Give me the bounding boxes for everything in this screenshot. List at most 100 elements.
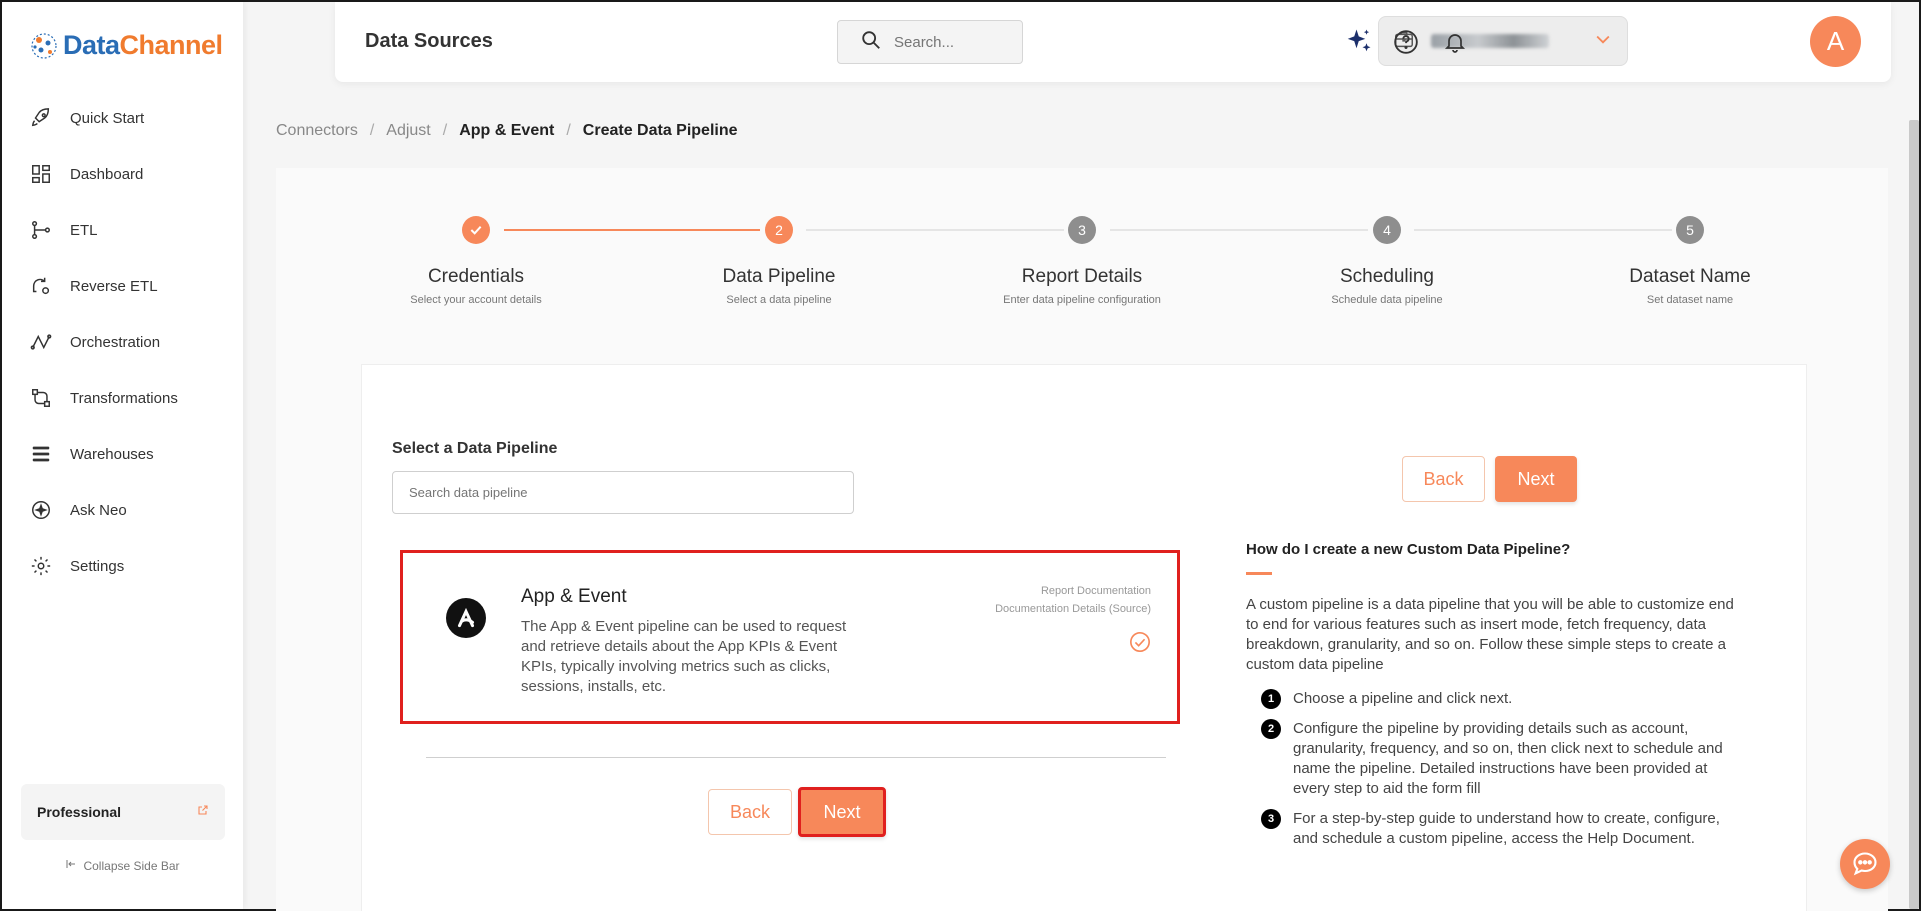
report-documentation-link[interactable]: Report Documentation xyxy=(995,582,1151,600)
user-avatar[interactable]: A xyxy=(1810,16,1861,67)
plan-label: Professional xyxy=(37,804,122,820)
sidebar-item-reverse-etl[interactable]: Reverse ETL xyxy=(2,258,243,314)
sidebar-item-quick-start[interactable]: Quick Start xyxy=(2,90,243,146)
sidebar-item-settings[interactable]: Settings xyxy=(2,538,243,594)
step-4-dot: 4 xyxy=(1373,216,1401,244)
chat-support-button[interactable] xyxy=(1840,839,1890,889)
help-icon[interactable] xyxy=(1390,26,1422,58)
search-input[interactable] xyxy=(894,33,1014,51)
sidebar: DataChannel Quick Start Dashboard ETL Re… xyxy=(2,2,243,909)
step-3-dot: 3 xyxy=(1068,216,1096,244)
breadcrumb-adjust[interactable]: Adjust xyxy=(386,122,430,140)
help-step-text: Configure the pipeline by providing deta… xyxy=(1293,720,1723,797)
select-pipeline-title: Select a Data Pipeline xyxy=(392,440,558,457)
chat-icon xyxy=(1853,852,1877,876)
sidebar-item-etl[interactable]: ETL xyxy=(2,202,243,258)
rocket-icon xyxy=(30,107,52,129)
page-scrollbar[interactable] xyxy=(1909,120,1919,909)
help-steps: 1 Choose a pipeline and click next. 2 Co… xyxy=(1246,689,1746,849)
sidebar-item-label: Settings xyxy=(70,557,125,575)
breadcrumb-separator: / xyxy=(442,122,448,139)
breadcrumb-separator: / xyxy=(369,122,375,139)
next-button[interactable]: Next xyxy=(798,787,886,837)
pipeline-doc-links: Report Documentation Documentation Detai… xyxy=(995,582,1151,618)
step-number-badge: 2 xyxy=(1261,719,1281,739)
step-number-badge: 1 xyxy=(1261,689,1281,709)
chevron-down-icon xyxy=(1593,29,1613,54)
breadcrumb: Connectors / Adjust / App & Event / Crea… xyxy=(276,122,738,140)
sidebar-item-label: Transformations xyxy=(70,389,178,407)
help-step-text: Choose a pipeline and click next. xyxy=(1293,690,1513,707)
back-button-top[interactable]: Back xyxy=(1402,456,1485,502)
step-2-label: Data Pipeline Select a data pipeline xyxy=(669,266,889,306)
step-4-label: Scheduling Schedule data pipeline xyxy=(1277,266,1497,306)
step-title: Report Details xyxy=(1021,266,1143,287)
documentation-details-link[interactable]: Documentation Details (Source) xyxy=(995,600,1151,618)
collapse-arrow-icon xyxy=(65,858,77,873)
sidebar-item-label: Orchestration xyxy=(70,333,161,351)
checkmark-icon xyxy=(470,225,482,235)
brand-name-part1: Data xyxy=(63,30,120,60)
ai-sparkle-icon[interactable] xyxy=(1343,26,1375,58)
global-search[interactable] xyxy=(837,20,1023,64)
logo[interactable]: DataChannel xyxy=(29,30,223,61)
bell-icon[interactable] xyxy=(1439,26,1471,58)
step-subtitle: Enter data pipeline configuration xyxy=(1003,294,1161,306)
pipeline-option-app-event[interactable]: App & Event The App & Event pipeline can… xyxy=(400,550,1180,724)
step-1-label: Credentials Select your account details xyxy=(366,266,586,306)
gear-icon xyxy=(30,555,52,577)
sidebar-item-label: Reverse ETL xyxy=(70,277,158,295)
pipeline-search-input[interactable] xyxy=(392,471,854,514)
sidebar-item-transformations[interactable]: Transformations xyxy=(2,370,243,426)
next-button-top[interactable]: Next xyxy=(1495,456,1577,502)
help-step: 1 Choose a pipeline and click next. xyxy=(1261,689,1746,709)
step-title: Dataset Name xyxy=(1629,266,1751,287)
pipeline-description: The App & Event pipeline can be used to … xyxy=(521,618,847,695)
breadcrumb-connectors[interactable]: Connectors xyxy=(276,122,358,140)
pipeline-name: App & Event xyxy=(521,586,627,607)
main-panel: 2 3 4 5 Credentials Select your account … xyxy=(276,168,1888,911)
collapse-sidebar-button[interactable]: Collapse Side Bar xyxy=(2,858,243,873)
pipeline-selection-card: Select a Data Pipeline Back Next App & E… xyxy=(361,364,1807,911)
search-icon xyxy=(860,29,882,56)
sparkle-icon xyxy=(30,499,52,521)
sidebar-item-label: ETL xyxy=(70,221,98,239)
collapse-sidebar-label: Collapse Side Bar xyxy=(83,858,180,873)
step-title: Credentials xyxy=(427,266,525,287)
divider xyxy=(426,757,1166,758)
brand-name: DataChannel xyxy=(63,30,223,61)
step-subtitle: Select your account details xyxy=(410,294,542,306)
breadcrumb-separator: / xyxy=(566,122,571,139)
help-step-text: For a step-by-step guide to understand h… xyxy=(1293,810,1720,847)
help-accent-bar xyxy=(1246,572,1272,575)
step-connector-done xyxy=(504,229,760,231)
sidebar-item-label: Quick Start xyxy=(70,109,145,127)
datachannel-logo-icon xyxy=(31,32,57,59)
sidebar-item-warehouses[interactable]: Warehouses xyxy=(2,426,243,482)
adjust-logo-icon xyxy=(446,598,486,638)
step-title: Data Pipeline xyxy=(722,266,836,287)
breadcrumb-app-event[interactable]: App & Event xyxy=(459,122,554,140)
back-button[interactable]: Back xyxy=(708,789,792,835)
step-5-label: Dataset Name Set dataset name xyxy=(1580,266,1800,306)
help-title: How do I create a new Custom Data Pipeli… xyxy=(1246,541,1571,558)
page-title: Data Sources xyxy=(365,30,493,52)
help-panel: How do I create a new Custom Data Pipeli… xyxy=(1246,541,1746,859)
step-title: Scheduling xyxy=(1339,266,1435,287)
sidebar-item-orchestration[interactable]: Orchestration xyxy=(2,314,243,370)
sidebar-item-dashboard[interactable]: Dashboard xyxy=(2,146,243,202)
progress-stepper: 2 3 4 5 Credentials Select your account … xyxy=(276,168,1888,318)
step-connector xyxy=(806,229,1064,231)
reverse-etl-icon xyxy=(30,275,52,297)
step-subtitle: Schedule data pipeline xyxy=(1331,294,1443,306)
plan-card[interactable]: Professional xyxy=(21,784,225,840)
top-header: Data Sources A xyxy=(335,2,1891,82)
step-number-badge: 3 xyxy=(1261,809,1281,829)
external-link-icon[interactable] xyxy=(197,803,209,821)
selected-check-icon xyxy=(1130,632,1150,652)
transformations-icon xyxy=(30,387,52,409)
sidebar-item-ask-neo[interactable]: Ask Neo xyxy=(2,482,243,538)
step-3-label: Report Details Enter data pipeline confi… xyxy=(972,266,1192,306)
sidebar-item-label: Dashboard xyxy=(70,165,144,183)
dashboard-icon xyxy=(30,163,52,185)
